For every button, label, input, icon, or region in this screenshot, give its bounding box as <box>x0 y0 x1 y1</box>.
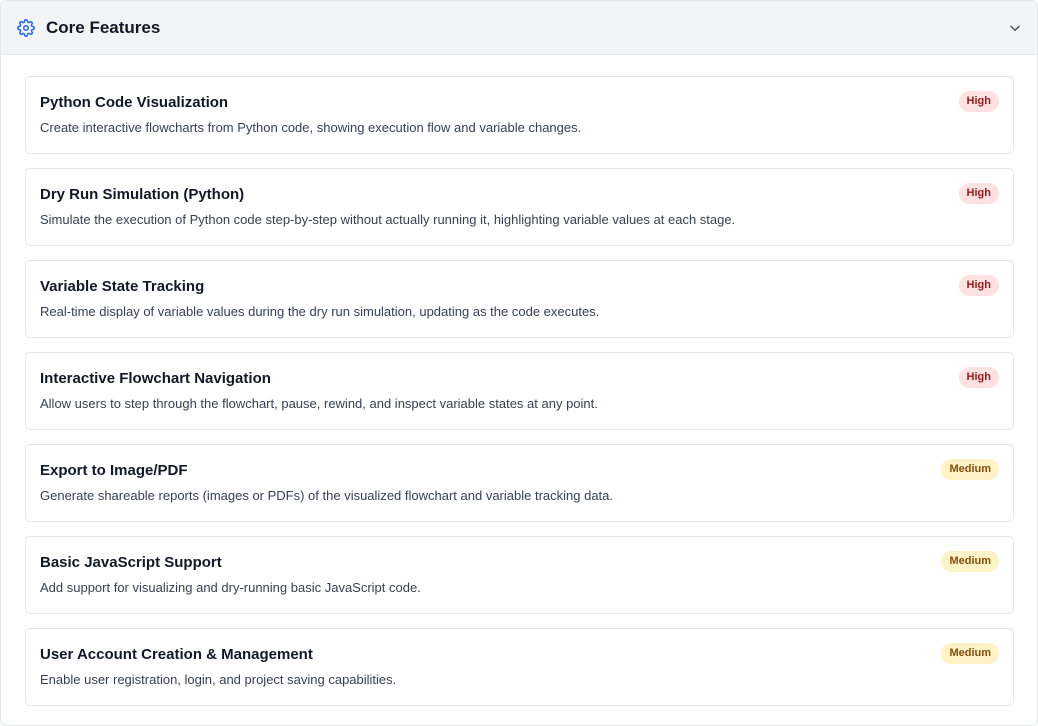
feature-title: Variable State Tracking <box>40 278 205 295</box>
feature-card: Python Code Visualization Create interac… <box>25 76 1014 154</box>
feature-description: Enable user registration, login, and pro… <box>40 672 397 687</box>
feature-card: Interactive Flowchart Navigation Allow u… <box>25 352 1014 430</box>
feature-title: User Account Creation & Management <box>40 646 313 663</box>
priority-badge: High <box>958 183 999 204</box>
feature-card: Basic JavaScript Support Add support for… <box>25 536 1014 614</box>
feature-title: Dry Run Simulation (Python) <box>40 186 245 203</box>
feature-description: Simulate the execution of Python code st… <box>40 212 736 227</box>
priority-badge: Medium <box>941 459 999 480</box>
chevron-down-icon[interactable] <box>1008 21 1022 35</box>
priority-badge: High <box>958 91 999 112</box>
feature-description: Real-time display of variable values dur… <box>40 304 600 319</box>
feature-description: Generate shareable reports (images or PD… <box>40 488 614 503</box>
priority-badge: High <box>958 367 999 388</box>
priority-badge: Medium <box>941 643 999 664</box>
feature-description: Allow users to step through the flowchar… <box>40 396 598 411</box>
feature-title: Python Code Visualization <box>40 94 229 111</box>
feature-card: Dry Run Simulation (Python) Simulate the… <box>25 168 1014 246</box>
gear-icon <box>17 18 35 37</box>
feature-title: Interactive Flowchart Navigation <box>40 370 271 387</box>
feature-title: Basic JavaScript Support <box>40 554 222 571</box>
priority-badge: Medium <box>941 551 999 572</box>
section-header[interactable]: Core Features <box>1 1 1037 55</box>
feature-card: Export to Image/PDF Generate shareable r… <box>25 444 1014 522</box>
feature-description: Create interactive flowcharts from Pytho… <box>40 120 582 135</box>
feature-title: Export to Image/PDF <box>40 462 188 479</box>
priority-badge: High <box>958 275 999 296</box>
section-title: Core Features <box>46 17 161 37</box>
core-features-panel: Core Features Python Code Visualization … <box>0 0 1038 726</box>
feature-list: Python Code Visualization Create interac… <box>1 55 1037 706</box>
feature-card: User Account Creation & Management Enabl… <box>25 628 1014 706</box>
feature-card: Variable State Tracking Real-time displa… <box>25 260 1014 338</box>
feature-description: Add support for visualizing and dry-runn… <box>40 580 421 595</box>
